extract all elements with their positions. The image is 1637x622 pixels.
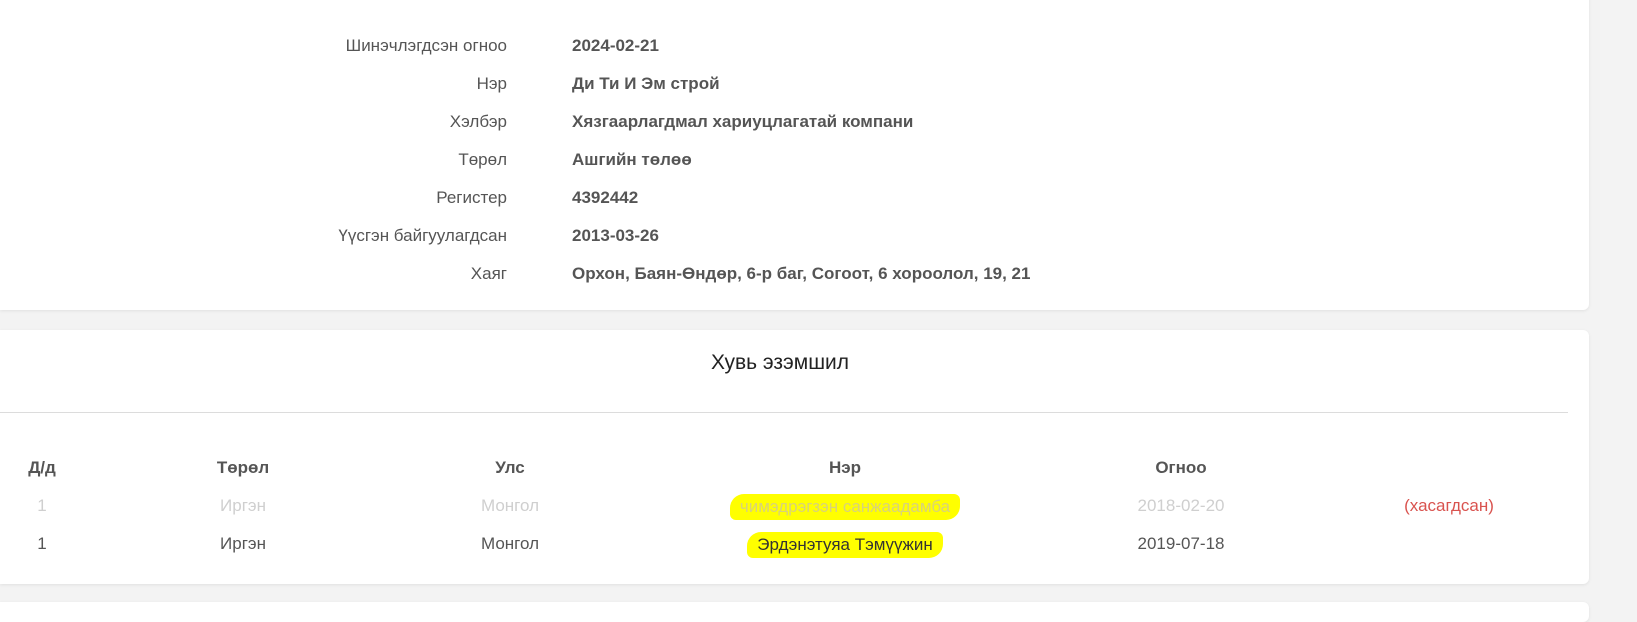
info-row-register: Регистер 4392442 <box>0 179 1589 217</box>
info-value: Ди Ти И Эм строй <box>572 74 720 93</box>
info-label: Үүсгэн байгуулагдсан <box>338 226 507 245</box>
info-value: Ашгийн төлөө <box>572 150 692 169</box>
info-label: Регистер <box>436 188 507 207</box>
column-header-date: Огноо <box>1155 458 1207 477</box>
info-value: 2013-03-26 <box>572 226 659 245</box>
row-date: 2019-07-18 <box>1137 534 1225 553</box>
info-row-type: Төрөл Ашгийн төлөө <box>0 141 1589 179</box>
info-row-updated-date: Шинэчлэгдсэн огноо 2024-02-21 <box>0 27 1589 65</box>
column-header-name: Нэр <box>828 458 862 477</box>
info-value: Хязгаарлагдмал хариуцлагатай компани <box>572 112 914 131</box>
info-label: Төрөл <box>458 150 507 169</box>
row-type: Иргэн <box>220 534 266 553</box>
status-badge: (хасагдсан) <box>1404 496 1494 515</box>
row-name: чимэдрэгзэн санжаадамба <box>729 494 961 520</box>
ownership-card: Хувь эзэмшил Д/д Төрөл Улс Нэр Огноо 1 И… <box>0 330 1589 584</box>
column-header-country: Улс <box>495 458 525 477</box>
info-value: Орхон, Баян-Өндөр, 6-р баг, Согоот, 6 хо… <box>572 264 1031 283</box>
info-value: 2024-02-21 <box>572 36 659 55</box>
divider <box>0 412 1568 413</box>
next-section-card <box>0 602 1589 622</box>
row-type: Иргэн <box>220 496 266 515</box>
info-row-founded: Үүсгэн байгуулагдсан 2013-03-26 <box>0 217 1589 255</box>
section-title: Хувь эзэмшил <box>710 351 850 374</box>
info-label: Шинэчлэгдсэн огноо <box>345 36 507 55</box>
info-label: Хэлбэр <box>449 112 507 131</box>
row-name-cell: чимэдрэгзэн санжаадамба <box>715 493 975 521</box>
info-label: Нэр <box>476 74 507 93</box>
info-row-address: Хаяг Орхон, Баян-Өндөр, 6-р баг, Согоот,… <box>0 255 1589 293</box>
row-country: Монгол <box>480 534 540 553</box>
info-row-form: Хэлбэр Хязгаарлагдмал хариуцлагатай комп… <box>0 103 1589 141</box>
row-country: Монгол <box>480 496 540 515</box>
row-name: Эрдэнэтуяа Тэмүүжин <box>747 532 943 558</box>
company-info-card: Шинэчлэгдсэн огноо 2024-02-21 Нэр Ди Ти … <box>0 0 1589 310</box>
column-header-type: Төрөл <box>216 458 270 477</box>
info-value: 4392442 <box>572 188 639 207</box>
row-name-cell: Эрдэнэтуяа Тэмүүжин <box>715 531 975 559</box>
info-row-name: Нэр Ди Ти И Эм строй <box>0 65 1589 103</box>
info-label: Хаяг <box>470 264 507 283</box>
row-date: 2018-02-20 <box>1137 496 1225 515</box>
